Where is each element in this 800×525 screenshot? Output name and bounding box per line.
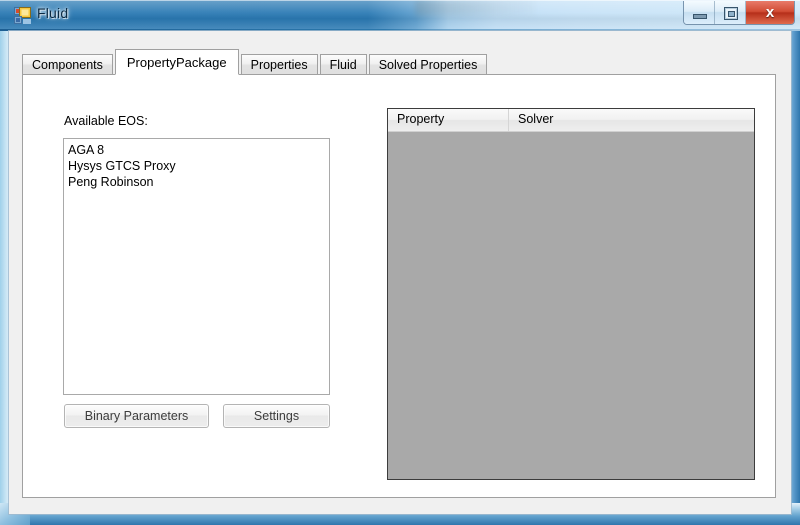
close-icon: x <box>765 4 775 21</box>
binary-parameters-button[interactable]: Binary Parameters <box>64 404 209 428</box>
maximize-button[interactable] <box>715 1 746 24</box>
tab-components[interactable]: Components <box>22 54 113 75</box>
title-bar-glass-blur <box>415 0 535 16</box>
title-bar-highlight <box>0 0 800 1</box>
vs-form-icon <box>14 7 31 24</box>
property-solver-grid[interactable]: Property Solver <box>387 108 755 480</box>
grid-column-header-solver[interactable]: Solver <box>509 109 754 131</box>
form-surface: Components PropertyPackage Properties Fl… <box>9 31 791 514</box>
tab-fluid[interactable]: Fluid <box>319 54 367 75</box>
list-item[interactable]: Peng Robinson <box>67 174 329 190</box>
minimize-icon <box>693 14 707 19</box>
window-title: Fluid <box>37 5 69 21</box>
tab-properties[interactable]: Properties <box>240 54 318 75</box>
tab-solved-properties[interactable]: Solved Properties <box>368 54 488 75</box>
tab-page-propertypackage: Available EOS: AGA 8 Hysys GTCS Proxy Pe… <box>22 74 776 498</box>
list-item[interactable]: AGA 8 <box>67 142 329 158</box>
close-button[interactable]: x <box>746 1 794 24</box>
list-item[interactable]: Hysys GTCS Proxy <box>67 158 329 174</box>
available-eos-label: Available EOS: <box>64 114 148 128</box>
application-window: Fluid x Components PropertyPackage Prope… <box>0 0 800 525</box>
tab-propertypackage[interactable]: PropertyPackage <box>114 49 239 75</box>
maximize-icon <box>724 7 738 20</box>
available-eos-listbox[interactable]: AGA 8 Hysys GTCS Proxy Peng Robinson <box>63 138 330 395</box>
grid-column-header-property[interactable]: Property <box>388 109 509 131</box>
tab-control: Components PropertyPackage Properties Fl… <box>22 49 776 498</box>
tab-strip: Components PropertyPackage Properties Fl… <box>22 49 489 75</box>
title-bar-gloss <box>0 0 800 31</box>
window-client-area: Components PropertyPackage Properties Fl… <box>9 31 791 514</box>
settings-button[interactable]: Settings <box>223 404 330 428</box>
grid-body-empty[interactable] <box>388 132 754 479</box>
title-bar[interactable]: Fluid x <box>0 0 800 31</box>
minimize-button[interactable] <box>684 1 715 24</box>
window-controls: x <box>683 1 795 25</box>
grid-header-row: Property Solver <box>388 109 754 132</box>
